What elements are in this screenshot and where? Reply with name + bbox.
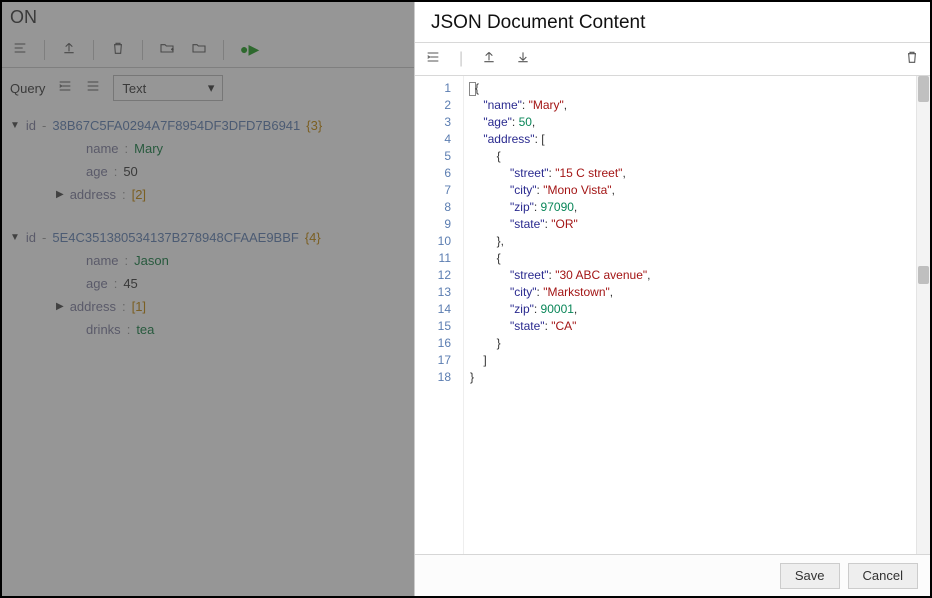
line-number-gutter: 123456789101112131415161718 — [415, 76, 463, 554]
line-number: 9 — [415, 216, 451, 233]
line-number: 14 — [415, 301, 451, 318]
code-line[interactable]: "state": "CA" — [470, 318, 930, 335]
code-line[interactable]: "address": [ — [470, 131, 930, 148]
format-icon[interactable] — [425, 49, 441, 69]
line-number: 2 — [415, 97, 451, 114]
code-line[interactable]: } — [470, 369, 930, 386]
line-number: 11 — [415, 250, 451, 267]
save-button[interactable]: Save — [780, 563, 840, 589]
delete-icon[interactable] — [904, 49, 920, 69]
line-number: 6 — [415, 165, 451, 182]
line-number: 16 — [415, 335, 451, 352]
code-editor[interactable]: 123456789101112131415161718 { "name": "M… — [415, 76, 930, 554]
editor-scroll-track[interactable] — [916, 76, 930, 554]
code-line[interactable]: "city": "Markstown", — [470, 284, 930, 301]
line-number: 1 — [415, 80, 451, 97]
line-number: 8 — [415, 199, 451, 216]
line-number: 10 — [415, 233, 451, 250]
code-line[interactable]: } — [470, 335, 930, 352]
code-area[interactable]: { "name": "Mary", "age": 50, "address": … — [463, 76, 930, 554]
modal-toolbar: | — [415, 42, 930, 76]
code-line[interactable]: ] — [470, 352, 930, 369]
import-icon[interactable] — [515, 49, 531, 69]
editor-scroll-thumb[interactable] — [918, 76, 929, 102]
code-line[interactable]: "city": "Mono Vista", — [470, 182, 930, 199]
line-number: 4 — [415, 131, 451, 148]
code-line[interactable]: { — [470, 80, 930, 97]
line-number: 7 — [415, 182, 451, 199]
code-line[interactable]: { — [470, 148, 930, 165]
cancel-button[interactable]: Cancel — [848, 563, 918, 589]
line-number: 18 — [415, 369, 451, 386]
line-number: 17 — [415, 352, 451, 369]
line-number: 13 — [415, 284, 451, 301]
json-editor-modal: JSON Document Content | 1234567891011121… — [414, 2, 930, 596]
modal-footer: Save Cancel — [415, 554, 930, 596]
line-number: 12 — [415, 267, 451, 284]
code-line[interactable]: "street": "30 ABC avenue", — [470, 267, 930, 284]
code-line[interactable]: "name": "Mary", — [470, 97, 930, 114]
code-line[interactable]: "street": "15 C street", — [470, 165, 930, 182]
code-line[interactable]: "zip": 97090, — [470, 199, 930, 216]
code-line[interactable]: "age": 50, — [470, 114, 930, 131]
separator: | — [459, 50, 463, 68]
code-line[interactable]: "state": "OR" — [470, 216, 930, 233]
code-line[interactable]: "zip": 90001, — [470, 301, 930, 318]
export-icon[interactable] — [481, 49, 497, 69]
code-line[interactable]: { — [470, 250, 930, 267]
modal-title: JSON Document Content — [415, 2, 930, 42]
line-number: 3 — [415, 114, 451, 131]
line-number: 5 — [415, 148, 451, 165]
code-line[interactable]: }, — [470, 233, 930, 250]
scroll-position-marker — [918, 266, 929, 284]
line-number: 15 — [415, 318, 451, 335]
